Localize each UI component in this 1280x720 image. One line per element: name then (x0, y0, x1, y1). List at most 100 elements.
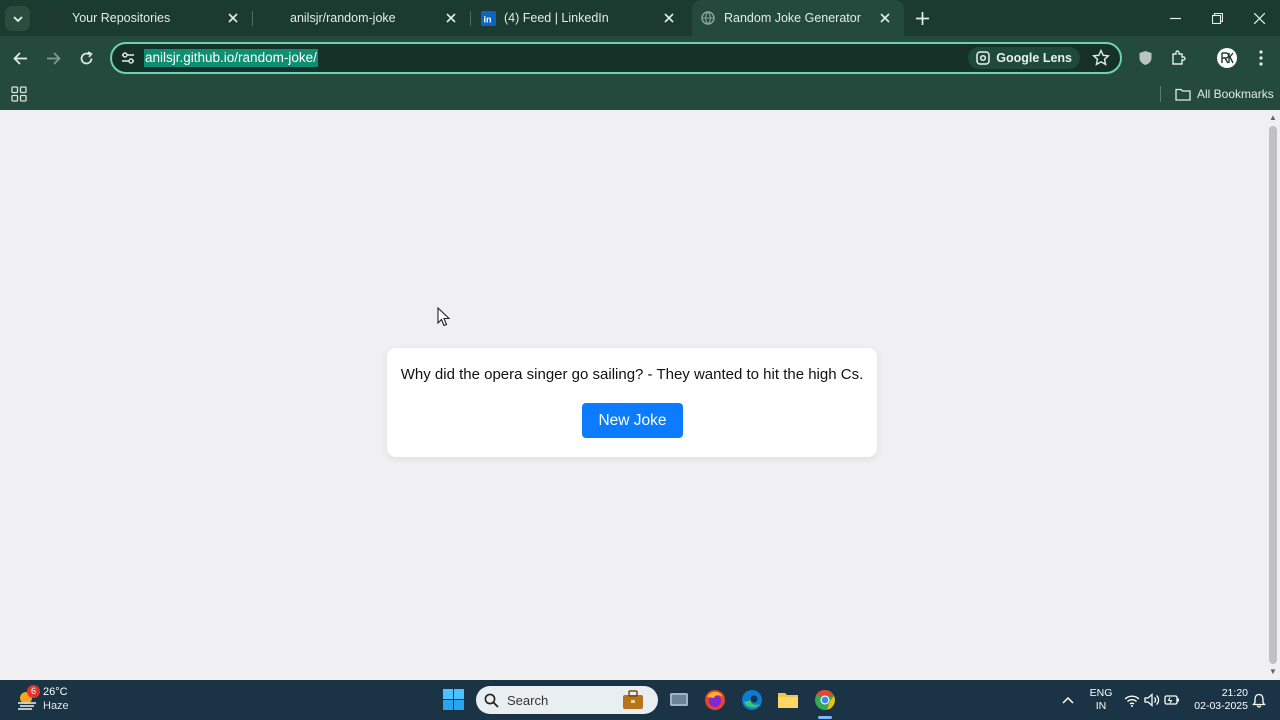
search-icon (484, 693, 499, 708)
tab-random-joke-repo[interactable]: anilsjr/random-joke (258, 0, 470, 36)
close-icon[interactable] (224, 9, 242, 27)
scroll-down-arrow-icon[interactable]: ▼ (1269, 668, 1277, 676)
plus-icon (915, 11, 929, 25)
kebab-menu-icon (1259, 50, 1263, 66)
reload-button[interactable] (74, 46, 98, 70)
shield-extension-button[interactable] (1134, 47, 1156, 69)
all-bookmarks-label: All Bookmarks (1197, 87, 1274, 101)
notifications-button[interactable] (1252, 680, 1266, 720)
windows-start-icon[interactable] (443, 689, 464, 710)
restore-icon (1211, 12, 1223, 24)
taskbar-app-task-view[interactable] (667, 688, 691, 712)
weather-condition: Haze (43, 700, 69, 712)
reload-icon (80, 50, 93, 64)
vertical-scrollbar[interactable]: ▲ ▼ (1266, 110, 1280, 680)
search-label: Search (507, 692, 549, 708)
tab-random-joke-generator[interactable]: Random Joke Generator (692, 0, 904, 36)
all-bookmarks-button[interactable]: All Bookmarks (1175, 83, 1274, 105)
battery-button[interactable] (1164, 680, 1180, 720)
language-indicator[interactable]: ENG IN (1088, 687, 1114, 713)
forward-button[interactable] (41, 46, 65, 70)
minimize-icon (1169, 17, 1181, 19)
taskbar-app-edge[interactable] (740, 688, 764, 712)
system-clock[interactable]: 21:20 02-03-2025 (1188, 687, 1248, 713)
clock-time: 21:20 (1221, 687, 1248, 699)
chevron-up-icon (1062, 696, 1074, 704)
language-region: IN (1095, 700, 1107, 712)
close-icon (1253, 12, 1265, 24)
tab-strip: Your Repositories anilsjr/random-joke in… (0, 0, 1280, 36)
chevron-down-icon (12, 15, 23, 22)
google-lens-icon (976, 51, 991, 65)
mouse-cursor-icon (437, 307, 451, 327)
show-hidden-icons-button[interactable] (1062, 680, 1074, 720)
github-icon (48, 10, 64, 26)
taskbar-search[interactable]: Search (476, 686, 658, 714)
close-icon[interactable] (442, 9, 460, 27)
taskbar-app-firefox[interactable] (703, 688, 727, 712)
shield-icon (1139, 51, 1151, 65)
profile-avatar[interactable] (1215, 46, 1239, 70)
close-icon[interactable] (660, 9, 678, 27)
tab-title: Random Joke Generator (724, 11, 861, 25)
arrow-right-icon (46, 51, 61, 65)
folder-icon (1175, 88, 1191, 101)
svg-text:in: in (483, 14, 491, 24)
scrollbar-thumb[interactable] (1269, 126, 1277, 664)
battery-icon (1164, 695, 1179, 705)
arrow-left-icon (12, 51, 27, 65)
url-text[interactable]: anilsjr.github.io/random-joke/ (144, 49, 318, 67)
tab-title: Your Repositories (72, 11, 171, 25)
back-button[interactable] (8, 46, 32, 70)
language-code: ENG (1089, 687, 1113, 699)
bookmarks-separator (1160, 86, 1161, 102)
bookmark-star-icon[interactable] (1092, 49, 1110, 67)
tab-title: anilsjr/random-joke (290, 11, 396, 25)
edge-icon (742, 690, 762, 710)
windows-taskbar: 6 26°C Haze Search ENG IN 21:20 02-03-20… (0, 680, 1280, 720)
tab-separator (252, 11, 253, 26)
globe-icon (700, 10, 716, 26)
briefcase-icon (623, 690, 643, 709)
speaker-icon (1144, 693, 1160, 707)
clock-date: 02-03-2025 (1194, 700, 1248, 712)
tab-your-repositories[interactable]: Your Repositories (40, 0, 252, 36)
bell-icon (1252, 693, 1266, 708)
wifi-icon (1124, 694, 1140, 707)
new-tab-button[interactable] (912, 8, 932, 28)
scroll-up-arrow-icon[interactable]: ▲ (1269, 114, 1277, 122)
browser-menu-button[interactable] (1250, 47, 1272, 69)
chrome-icon (815, 689, 835, 710)
apps-grid-icon[interactable] (10, 85, 28, 103)
site-settings-icon[interactable] (120, 50, 136, 66)
tab-title: (4) Feed | LinkedIn (504, 11, 609, 25)
joke-card: Why did the opera singer go sailing? - T… (387, 348, 877, 457)
weather-temperature: 26°C (43, 686, 68, 698)
puzzle-icon (1172, 50, 1186, 65)
page-viewport: Why did the opera singer go sailing? - T… (0, 110, 1266, 680)
tab-linkedin[interactable]: in (4) Feed | LinkedIn (476, 0, 688, 36)
google-lens-label: Google Lens (996, 51, 1072, 65)
restore-button[interactable] (1196, 0, 1238, 36)
tab-separator (470, 11, 471, 26)
close-window-button[interactable] (1238, 0, 1280, 36)
avatar-icon (1217, 48, 1237, 68)
network-button[interactable] (1124, 680, 1140, 720)
task-view-icon (670, 693, 688, 706)
weather-badge: 6 (27, 685, 40, 698)
github-icon (266, 10, 282, 26)
active-app-indicator (818, 716, 832, 719)
extensions-button[interactable] (1167, 47, 1189, 69)
browser-toolbar: anilsjr.github.io/random-joke/ Google Le… (0, 36, 1280, 80)
close-icon[interactable] (876, 9, 894, 27)
volume-button[interactable] (1144, 680, 1160, 720)
new-joke-button[interactable]: New Joke (582, 403, 683, 438)
tab-search-button[interactable] (5, 6, 30, 31)
google-lens-button[interactable]: Google Lens (968, 47, 1080, 69)
joke-text: Why did the opera singer go sailing? - T… (400, 366, 864, 383)
taskbar-app-chrome[interactable] (813, 688, 837, 712)
address-bar[interactable]: anilsjr.github.io/random-joke/ Google Le… (110, 42, 1122, 74)
linkedin-icon: in (480, 10, 496, 26)
taskbar-app-file-explorer[interactable] (776, 688, 800, 712)
minimize-button[interactable] (1154, 0, 1196, 36)
